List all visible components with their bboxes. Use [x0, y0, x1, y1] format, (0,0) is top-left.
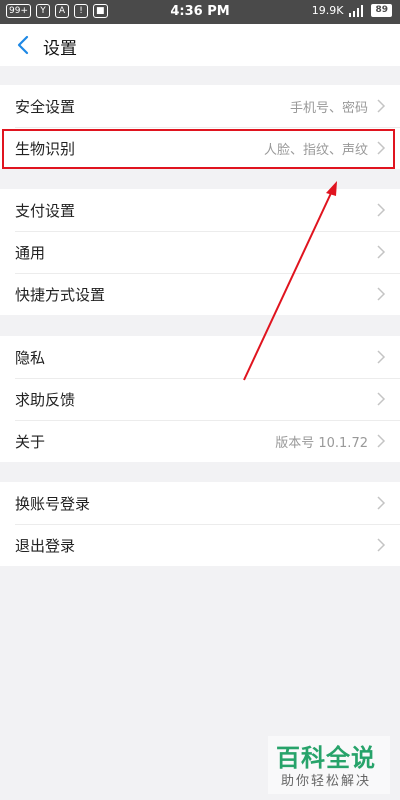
payment-settings-item[interactable]: 支付设置	[0, 189, 400, 231]
help-feedback-item[interactable]: 求助反馈	[0, 378, 400, 420]
status-system-icons: 19.9K 89	[312, 4, 392, 17]
chevron-right-icon	[377, 538, 386, 552]
privacy-item[interactable]: 隐私	[0, 336, 400, 378]
chevron-right-icon	[377, 287, 386, 301]
chevron-right-icon	[377, 496, 386, 510]
chevron-right-icon	[377, 203, 386, 217]
item-label: 隐私	[15, 348, 46, 367]
item-label: 生物识别	[15, 139, 76, 158]
item-label: 关于	[15, 432, 46, 451]
battery-icon: 89	[371, 4, 392, 17]
item-label: 通用	[15, 243, 46, 262]
item-label: 快捷方式设置	[15, 285, 106, 304]
switch-account-item[interactable]: 换账号登录	[0, 482, 400, 524]
chevron-right-icon	[377, 434, 386, 448]
chevron-right-icon	[377, 245, 386, 259]
item-label: 求助反馈	[15, 390, 76, 409]
item-label: 退出登录	[15, 536, 76, 555]
version-value: 版本号 10.1.72	[275, 435, 368, 451]
status-bar: 99+ Y A ! ■ 4:36 PM 19.9K 89	[0, 0, 400, 24]
general-item[interactable]: 通用	[0, 231, 400, 273]
watermark-logo: 百科全说 助你轻松解决	[268, 736, 390, 794]
item-value: 手机号、密码	[289, 100, 368, 116]
settings-group-session: 换账号登录 退出登录	[0, 482, 400, 566]
signal-icon	[349, 4, 364, 17]
app-header: 设置	[0, 24, 400, 66]
page-title: 设置	[43, 39, 77, 59]
chevron-right-icon	[377, 350, 386, 364]
chevron-right-icon	[377, 392, 386, 406]
back-arrow-icon[interactable]	[12, 33, 36, 57]
shortcut-settings-item[interactable]: 快捷方式设置	[0, 273, 400, 315]
biometrics-item[interactable]: 生物识别 人脸、指纹、声纹	[0, 127, 400, 169]
item-label: 换账号登录	[15, 494, 91, 513]
item-label: 安全设置	[15, 97, 76, 116]
chevron-right-icon	[377, 99, 386, 113]
settings-group-info: 隐私 求助反馈 关于 版本号 10.1.72	[0, 336, 400, 462]
watermark-title: 百科全说	[276, 744, 376, 772]
settings-group-general: 支付设置 通用 快捷方式设置	[0, 189, 400, 315]
item-label: 支付设置	[15, 201, 76, 220]
settings-group-account: 安全设置 手机号、密码 生物识别 人脸、指纹、声纹	[0, 85, 400, 169]
security-settings-item[interactable]: 安全设置 手机号、密码	[0, 85, 400, 127]
chevron-right-icon	[377, 141, 386, 155]
about-item[interactable]: 关于 版本号 10.1.72	[0, 420, 400, 462]
network-speed: 19.9K	[311, 4, 344, 17]
item-value: 人脸、指纹、声纹	[263, 142, 368, 158]
watermark-subtitle: 助你轻松解决	[281, 774, 372, 789]
logout-item[interactable]: 退出登录	[0, 524, 400, 566]
